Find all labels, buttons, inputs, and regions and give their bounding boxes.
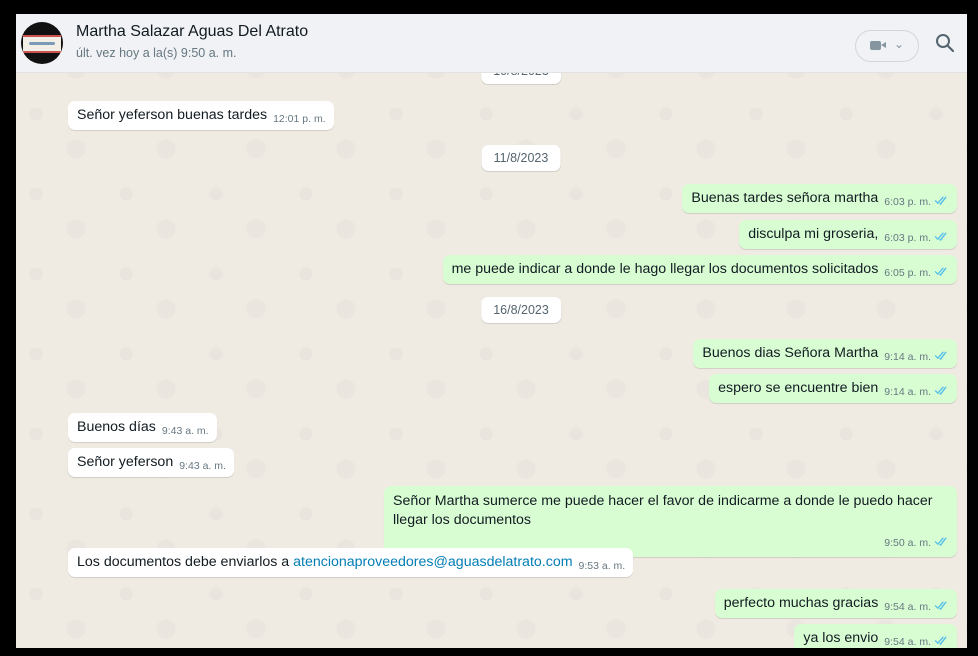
message-text: Buenos días xyxy=(77,419,156,435)
read-ticks-icon xyxy=(934,537,947,546)
message-text: Señor yeferson buenas tardes xyxy=(77,107,268,123)
message-time: 9:54 a. m. xyxy=(884,601,931,613)
read-ticks-icon xyxy=(934,636,947,645)
message-time: 9:54 a. m. xyxy=(884,636,931,648)
chevron-down-icon: ⌄ xyxy=(894,37,905,51)
message-text: ya los envio xyxy=(803,630,879,646)
message-time: 9:14 a. m. xyxy=(884,351,931,363)
avatar-logo xyxy=(23,35,61,53)
message-text: perfecto muchas gracias xyxy=(723,595,879,611)
message-outgoing[interactable]: espero se encuentre bien 9:14 a. m. xyxy=(709,374,957,403)
message-incoming[interactable]: Señor yeferson 9:43 a. m. xyxy=(68,448,234,477)
message-incoming[interactable]: Señor yeferson buenas tardes 12:01 p. m. xyxy=(68,101,334,130)
screenshot-frame: Martha Salazar Aguas Del Atrato últ. vez… xyxy=(7,7,971,649)
message-outgoing[interactable]: Buenos dias Señora Martha 9:14 a. m. xyxy=(693,339,957,368)
message-time: 6:05 p. m. xyxy=(884,267,931,279)
video-call-icon xyxy=(870,41,881,50)
message-incoming[interactable]: Buenos días 9:43 a. m. xyxy=(68,413,217,442)
message-outgoing[interactable]: disculpa mi groseria, 6:03 p. m. xyxy=(739,220,957,249)
message-text: Los documentos debe enviarlos a xyxy=(77,554,294,570)
last-seen-status: últ. vez hoy a la(s) 9:50 a. m. xyxy=(76,46,237,60)
chat-header: Martha Salazar Aguas Del Atrato últ. vez… xyxy=(16,14,967,73)
message-time: 9:14 a. m. xyxy=(884,386,931,398)
message-text: espero se encuentre bien xyxy=(718,380,879,396)
date-separator: 11/8/2023 xyxy=(481,145,561,171)
message-time: 12:01 p. m. xyxy=(273,113,326,125)
message-outgoing[interactable]: ya los envio 9:54 a. m. xyxy=(794,624,957,648)
message-text: disculpa mi groseria, xyxy=(748,226,879,242)
message-time: 6:03 p. m. xyxy=(884,232,931,244)
video-call-button[interactable]: ⌄ xyxy=(855,30,919,62)
contact-avatar[interactable] xyxy=(21,22,63,64)
contact-name[interactable]: Martha Salazar Aguas Del Atrato xyxy=(76,23,308,41)
message-time: 9:43 a. m. xyxy=(161,425,209,437)
search-icon[interactable] xyxy=(933,31,957,55)
read-ticks-icon xyxy=(934,351,947,360)
read-ticks-icon xyxy=(934,196,947,205)
email-link[interactable]: atencionaproveedores@aguasdelatrato.com xyxy=(293,554,572,570)
read-ticks-icon xyxy=(934,386,947,395)
message-time: 9:43 a. m. xyxy=(179,460,226,472)
date-separator: 16/8/2023 xyxy=(481,297,561,323)
message-text: Señor yeferson xyxy=(77,454,174,470)
read-ticks-icon xyxy=(934,232,947,241)
message-outgoing[interactable]: me puede indicar a donde le hago llegar … xyxy=(442,255,957,284)
message-list[interactable]: 10/8/2023 Señor yeferson buenas tardes12… xyxy=(16,58,967,648)
message-text: Buenas tardes señora martha xyxy=(691,190,879,206)
message-incoming[interactable]: Los documentos debe enviarlos a atencion… xyxy=(68,548,634,577)
message-text: Señor Martha sumerce me puede hacer el f… xyxy=(393,493,933,528)
read-ticks-icon xyxy=(934,267,947,276)
read-ticks-icon xyxy=(934,601,947,610)
message-text: Buenos dias Señora Martha xyxy=(702,345,879,361)
message-time: 9:53 a. m. xyxy=(578,560,626,572)
message-time: 9:50 a. m. xyxy=(884,537,931,549)
message-outgoing[interactable]: Buenas tardes señora martha 6:03 p. m. xyxy=(682,184,957,213)
message-text: me puede indicar a donde le hago llegar … xyxy=(451,261,879,277)
message-outgoing[interactable]: perfecto muchas gracias 9:54 a. m. xyxy=(714,589,957,618)
message-outgoing[interactable]: Señor Martha sumerce me puede hacer el f… xyxy=(384,486,957,557)
message-time: 6:03 p. m. xyxy=(884,196,931,208)
whatsapp-chat-window: Martha Salazar Aguas Del Atrato últ. vez… xyxy=(16,14,967,648)
